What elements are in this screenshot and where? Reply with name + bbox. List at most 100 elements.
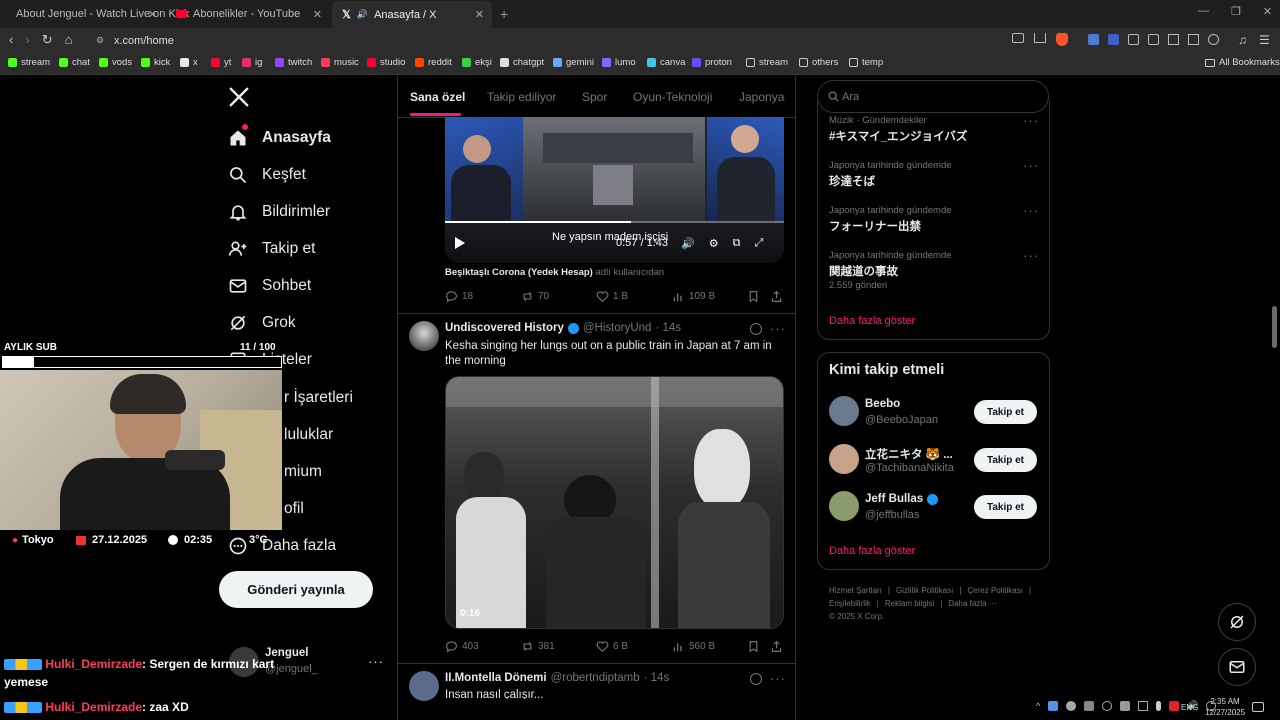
footer-link[interactable]: Daha fazla ···: [948, 599, 996, 608]
follow-show-more[interactable]: Daha fazla göster: [829, 545, 915, 557]
tray-app-icon[interactable]: [1048, 700, 1059, 711]
tray-app-icon[interactable]: [1120, 700, 1131, 711]
cast-icon[interactable]: [1012, 33, 1024, 43]
bookmark-item[interactable]: lumo: [602, 57, 636, 68]
nav-bookmarks[interactable]: r İşaretleri: [284, 383, 353, 413]
bookmark-item[interactable]: yt: [211, 57, 231, 68]
minimize-icon[interactable]: —: [1198, 5, 1209, 18]
bookmark-item[interactable]: proton: [692, 57, 732, 68]
close-window-icon[interactable]: ✕: [1263, 5, 1272, 18]
footer-link[interactable]: Gizlilik Politikası: [896, 586, 953, 595]
reader-icon[interactable]: [1168, 34, 1179, 45]
trend-title[interactable]: 珍達そば: [829, 173, 875, 189]
author-handle[interactable]: @robertndiptamb: [551, 672, 640, 684]
tray-chevron-icon[interactable]: ^: [1036, 701, 1040, 711]
language-indicator[interactable]: ENG: [1181, 703, 1198, 712]
music-note-icon[interactable]: ♫: [1238, 33, 1247, 47]
extension-icon[interactable]: [1108, 34, 1119, 45]
views-button[interactable]: 109 B: [672, 290, 715, 303]
address-bar[interactable]: ⚙ x.com/home: [90, 30, 1010, 52]
trends-show-more[interactable]: Daha fazla göster: [829, 315, 915, 327]
puzzle-icon[interactable]: [1128, 34, 1139, 45]
follow-avatar[interactable]: [829, 491, 859, 521]
nav-profile[interactable]: ofil: [284, 494, 304, 524]
post2-avatar[interactable]: [409, 321, 439, 351]
new-tab-button[interactable]: +: [500, 6, 508, 22]
sidebar-icon[interactable]: [1148, 34, 1159, 45]
nav-notifications[interactable]: Bildirimler: [228, 197, 330, 227]
tray-app-icon[interactable]: [1138, 700, 1149, 711]
tray-app-icon[interactable]: [1066, 700, 1077, 711]
account-menu-icon[interactable]: ···: [368, 654, 384, 669]
nav-chat[interactable]: Sohbet: [228, 271, 311, 301]
reload-icon[interactable]: ↻: [42, 32, 53, 48]
bookmark-button[interactable]: [747, 290, 760, 303]
reply-button[interactable]: 18: [445, 290, 473, 303]
bookmark-item[interactable]: studio: [367, 57, 405, 68]
tab-gaming-tech[interactable]: Oyun-Teknoloji: [633, 90, 712, 104]
follow-avatar[interactable]: [829, 444, 859, 474]
nav-communities[interactable]: luluklar: [284, 420, 333, 450]
trend-menu-icon[interactable]: ···: [1023, 158, 1039, 173]
follow-avatar[interactable]: [829, 396, 859, 426]
bookmark-item[interactable]: reddit: [415, 57, 452, 68]
bookmark-item[interactable]: chat: [59, 57, 90, 68]
follow-button[interactable]: Takip et: [974, 400, 1037, 424]
menu-icon[interactable]: [1188, 34, 1199, 45]
grok-explain-icon[interactable]: [750, 323, 762, 335]
post-button[interactable]: Gönderi yayınla: [219, 571, 373, 608]
author-handle[interactable]: @HistoryUnd: [583, 322, 652, 334]
recording-icon[interactable]: [1169, 700, 1180, 711]
share-button[interactable]: [770, 290, 783, 303]
play-icon[interactable]: [455, 237, 465, 249]
restore-icon[interactable]: ❐: [1231, 5, 1241, 18]
notification-center-icon[interactable]: [1252, 702, 1264, 712]
close-icon[interactable]: ✕: [148, 8, 157, 21]
repost-button[interactable]: 70: [521, 290, 549, 303]
grok-explain-icon[interactable]: [750, 673, 762, 685]
footer-link[interactable]: Çerez Politikası: [967, 586, 1023, 595]
trend-title[interactable]: フォーリナー出禁: [829, 218, 921, 234]
page-scrollbar[interactable]: [1272, 306, 1277, 348]
bookmark-item[interactable]: ig: [242, 57, 262, 68]
bookmark-item[interactable]: x: [180, 57, 198, 68]
bookmark-item[interactable]: gemini: [553, 57, 594, 68]
fullscreen-icon[interactable]: ⤢: [754, 237, 763, 250]
grok-floating-button[interactable]: [1218, 603, 1256, 641]
trend-menu-icon[interactable]: ···: [1023, 248, 1039, 263]
tab-following[interactable]: Takip ediliyor: [487, 90, 556, 104]
tab-japan[interactable]: Japonya: [739, 90, 784, 104]
bookmark-item[interactable]: stream: [746, 57, 788, 68]
like-button[interactable]: 6 B: [596, 640, 628, 653]
bookmark-item[interactable]: temp: [849, 57, 883, 68]
bookmark-item[interactable]: ekşi: [462, 57, 492, 68]
bookmark-item[interactable]: vods: [99, 57, 132, 68]
bookmark-item[interactable]: twitch: [275, 57, 312, 68]
share-icon[interactable]: [1034, 33, 1046, 43]
close-icon[interactable]: ✕: [475, 8, 484, 21]
picture-in-picture-icon[interactable]: ⧉: [733, 237, 741, 250]
follow-button[interactable]: Takip et: [974, 448, 1037, 472]
nav-more[interactable]: Daha fazla: [228, 531, 336, 561]
close-icon[interactable]: ✕: [313, 8, 322, 21]
brave-shield-icon[interactable]: [1056, 33, 1068, 46]
tray-app-icon[interactable]: [1084, 700, 1095, 711]
trend-title[interactable]: 関越道の事故: [829, 263, 898, 279]
browser-tab-kick[interactable]: About Jenguel - Watch Live on Kick ✕: [0, 3, 189, 25]
reply-button[interactable]: 403: [445, 640, 479, 653]
trend-menu-icon[interactable]: ···: [1023, 203, 1039, 218]
nav-explore[interactable]: Keşfet: [228, 160, 306, 190]
bookmark-item[interactable]: stream: [8, 57, 50, 68]
volume-icon[interactable]: 🔊: [681, 237, 695, 250]
footer-link[interactable]: Erişilebilirlik: [829, 599, 871, 608]
views-button[interactable]: 560 B: [672, 640, 715, 653]
forward-icon[interactable]: ›: [25, 32, 29, 48]
link-icon[interactable]: [1208, 34, 1219, 45]
messages-floating-button[interactable]: [1218, 648, 1256, 686]
follow-name[interactable]: Jeff Bullas: [865, 493, 923, 505]
post2-video[interactable]: 0:16: [445, 376, 784, 629]
tab-for-you[interactable]: Sana özel: [410, 90, 465, 104]
bookmark-item[interactable]: chatgpt: [500, 57, 544, 68]
site-info-icon[interactable]: ⚙: [96, 35, 104, 46]
author-name[interactable]: II.Montella Dönemi: [445, 672, 547, 684]
